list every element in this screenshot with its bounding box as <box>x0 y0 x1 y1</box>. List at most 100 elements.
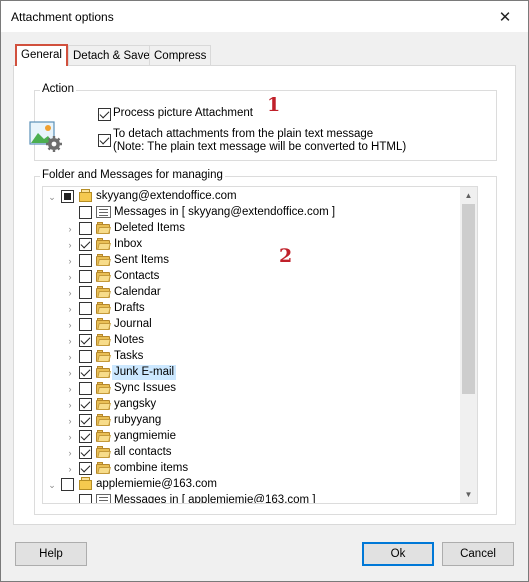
tree-account-row[interactable]: ⌄ applemiemie@163.com <box>43 477 455 493</box>
tree-row-label: Messages in [ applemiemie@163.com ] <box>114 494 316 504</box>
tree-row-checkbox[interactable] <box>79 414 92 427</box>
tree-row-checkbox[interactable] <box>79 206 92 219</box>
scroll-down-arrow-icon[interactable]: ▼ <box>460 486 477 503</box>
tree-row-checkbox[interactable] <box>79 446 92 459</box>
mailbox-icon <box>78 189 93 203</box>
tree-row[interactable]: › Drafts <box>43 301 455 317</box>
tree-row[interactable]: › all contacts <box>43 445 455 461</box>
folder-icon <box>96 366 111 378</box>
tree-row-checkbox[interactable] <box>79 398 92 411</box>
callout-badge-1: 1 <box>267 94 281 116</box>
tree-row-checkbox[interactable] <box>79 430 92 443</box>
tree-row-checkbox[interactable] <box>79 350 92 363</box>
detach-plain-text-checkbox[interactable] <box>98 134 111 147</box>
scroll-up-arrow-icon[interactable]: ▲ <box>460 187 477 204</box>
tree-row-checkbox[interactable] <box>79 254 92 267</box>
folder-tree-scrollbar[interactable]: ▲ ▼ <box>460 187 477 503</box>
folder-tree[interactable]: ⌄ skyyang@extendoffice.com Messages in [ s… <box>42 186 478 504</box>
tree-row-checkbox[interactable] <box>79 366 92 379</box>
chevron-right-icon[interactable]: › <box>65 302 75 316</box>
tree-row-checkbox[interactable] <box>79 270 92 283</box>
tree-row[interactable]: › Sync Issues <box>43 381 455 397</box>
folder-icon <box>96 430 111 442</box>
ok-button[interactable]: Ok <box>362 542 434 566</box>
tree-row[interactable]: › Journal <box>43 317 455 333</box>
chevron-right-icon[interactable]: › <box>65 334 75 348</box>
picture-settings-icon <box>29 121 62 152</box>
message-list-icon <box>96 206 111 218</box>
process-picture-label: Process picture Attachment <box>113 107 253 119</box>
chevron-right-icon[interactable]: › <box>65 462 75 476</box>
tree-row[interactable]: › yangsky <box>43 397 455 413</box>
folder-icon <box>96 286 111 298</box>
chevron-right-icon[interactable]: › <box>65 382 75 396</box>
tree-row[interactable]: Messages in [ skyyang@extendoffice.com ] <box>43 205 455 221</box>
tree-row-checkbox[interactable] <box>79 494 92 503</box>
tree-row[interactable]: › rubyyang <box>43 413 455 429</box>
title-bar: Attachment options ✕ <box>1 1 528 32</box>
tree-account-row[interactable]: ⌄ skyyang@extendoffice.com <box>43 189 455 205</box>
tree-row-label: Sent Items <box>114 254 169 266</box>
chevron-right-icon[interactable]: › <box>65 414 75 428</box>
folder-icon <box>96 350 111 362</box>
tree-row-label: Drafts <box>114 302 145 314</box>
tree-row[interactable]: › Inbox <box>43 237 455 253</box>
chevron-right-icon[interactable]: › <box>65 446 75 460</box>
tree-row[interactable]: › Sent Items <box>43 253 455 269</box>
tree-row-label: Messages in [ skyyang@extendoffice.com ] <box>114 206 336 218</box>
scrollbar-thumb[interactable] <box>462 204 475 394</box>
chevron-right-icon[interactable]: › <box>65 286 75 300</box>
folder-icon <box>96 414 111 426</box>
tree-row[interactable]: › Junk E-mail <box>43 365 455 381</box>
help-button[interactable]: Help <box>15 542 87 566</box>
folder-messages-group-label: Folder and Messages for managing <box>40 169 225 181</box>
tree-row[interactable]: › Calendar <box>43 285 455 301</box>
folder-icon <box>96 462 111 474</box>
chevron-right-icon[interactable]: › <box>65 366 75 380</box>
tree-row-label: Contacts <box>114 270 160 282</box>
tree-row-checkbox[interactable] <box>79 318 92 331</box>
tree-row-label: Tasks <box>114 350 144 362</box>
tree-row[interactable]: › yangmiemie <box>43 429 455 445</box>
tree-row[interactable]: Messages in [ applemiemie@163.com ] <box>43 493 455 504</box>
cancel-button[interactable]: Cancel <box>442 542 514 566</box>
chevron-right-icon[interactable]: › <box>65 254 75 268</box>
tree-row-checkbox[interactable] <box>79 238 92 251</box>
chevron-down-icon[interactable]: ⌄ <box>47 478 57 492</box>
tree-row[interactable]: › Tasks <box>43 349 455 365</box>
folder-icon <box>96 318 111 330</box>
process-picture-checkbox[interactable] <box>98 108 111 121</box>
folder-icon <box>96 382 111 394</box>
detach-plain-text-label: To detach attachments from the plain tex… <box>113 128 374 140</box>
tab-compress[interactable]: Compress <box>149 45 212 66</box>
tree-row-label: Calendar <box>114 286 161 298</box>
tree-row[interactable]: › Contacts <box>43 269 455 285</box>
tree-row-checkbox[interactable] <box>61 190 74 203</box>
tree-row-label: rubyyang <box>114 414 162 426</box>
chevron-down-icon[interactable]: ⌄ <box>47 190 57 204</box>
tree-row[interactable]: › combine items <box>43 461 455 477</box>
chevron-right-icon[interactable]: › <box>65 270 75 284</box>
tab-general[interactable]: General <box>15 44 68 66</box>
tree-row-checkbox[interactable] <box>79 382 92 395</box>
tree-row-checkbox[interactable] <box>79 222 92 235</box>
tab-detach-save[interactable]: Detach & Save <box>68 45 155 66</box>
folder-icon <box>96 254 111 266</box>
tree-row-checkbox[interactable] <box>79 286 92 299</box>
chevron-right-icon[interactable]: › <box>65 222 75 236</box>
tree-row-checkbox[interactable] <box>79 302 92 315</box>
chevron-right-icon[interactable]: › <box>65 350 75 364</box>
close-button[interactable]: ✕ <box>482 1 528 32</box>
tree-row-checkbox[interactable] <box>79 462 92 475</box>
chevron-right-icon[interactable]: › <box>65 318 75 332</box>
folder-icon <box>96 222 111 234</box>
tree-row-checkbox[interactable] <box>79 334 92 347</box>
window-title: Attachment options <box>11 10 114 24</box>
tree-row[interactable]: › Deleted Items <box>43 221 455 237</box>
tree-row[interactable]: › Notes <box>43 333 455 349</box>
tree-row-checkbox[interactable] <box>61 478 74 491</box>
chevron-right-icon[interactable]: › <box>65 398 75 412</box>
tree-row-label: combine items <box>114 462 189 474</box>
chevron-right-icon[interactable]: › <box>65 430 75 444</box>
chevron-right-icon[interactable]: › <box>65 238 75 252</box>
